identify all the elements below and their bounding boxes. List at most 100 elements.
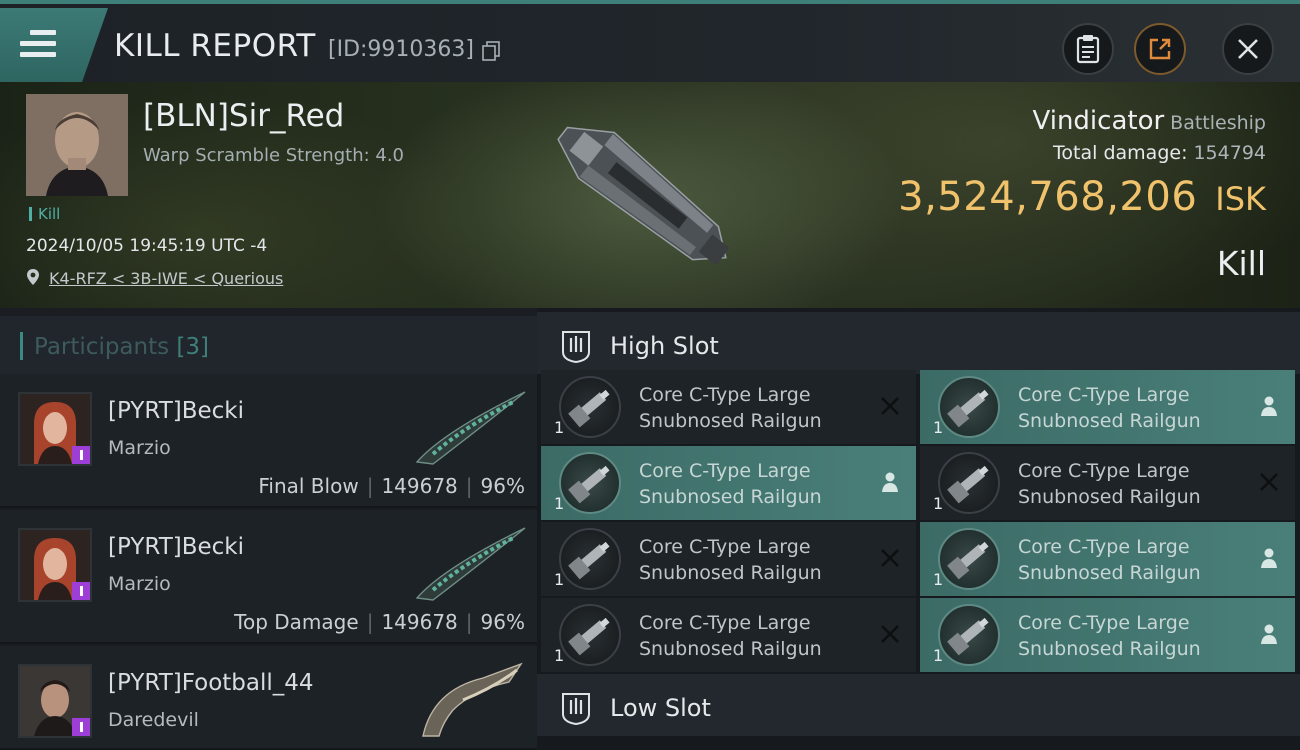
corp-badge-icon <box>72 718 90 736</box>
menu-button[interactable] <box>0 8 108 82</box>
dropped-person-icon <box>882 472 898 492</box>
module-name-line1: Core C-Type Large <box>1018 612 1190 634</box>
dropped-person-icon <box>1261 396 1277 416</box>
participant-role: Top Damage <box>234 610 359 634</box>
module-quantity: 1 <box>554 646 565 665</box>
isk-amount: 3,524,768,206 <box>898 174 1198 220</box>
share-button[interactable] <box>1134 23 1186 75</box>
participant-row[interactable]: [PYRT]Football_44 Daredevil <box>0 646 537 750</box>
module-item[interactable]: 1 Core C-Type Large Snubnosed Railgun <box>541 446 916 520</box>
module-name-line2: Snubnosed Railgun <box>639 410 822 432</box>
module-name: Core C-Type Large Snubnosed Railgun <box>639 534 869 586</box>
low-slot-icon <box>562 693 590 726</box>
module-name-line1: Core C-Type Large <box>1018 536 1190 558</box>
module-name: Core C-Type Large Snubnosed Railgun <box>1018 534 1248 586</box>
victim-panel: [BLN]Sir_Red Warp Scramble Strength: 4.0… <box>0 82 1300 308</box>
low-slot-header: Low Slot <box>537 674 1300 736</box>
module-name-line1: Core C-Type Large <box>639 384 811 406</box>
module-name-line2: Snubnosed Railgun <box>1018 562 1201 584</box>
participant-ship-image <box>415 391 526 465</box>
module-quantity: 1 <box>933 494 944 513</box>
participant-percent: 96% <box>480 610 525 634</box>
participant-damage: 149678 <box>381 610 458 634</box>
victim-ship-name[interactable]: Vindicator <box>1033 106 1165 136</box>
victim-portrait[interactable] <box>26 94 128 196</box>
participant-avatar[interactable] <box>18 664 92 738</box>
module-item[interactable]: 1 Core C-Type Large Snubnosed Railgun <box>920 598 1295 672</box>
participants-label: Participants <box>34 334 170 360</box>
module-name-line1: Core C-Type Large <box>1018 460 1190 482</box>
share-external-icon <box>1149 38 1171 60</box>
module-quantity: 1 <box>554 494 565 513</box>
module-name-line2: Snubnosed Railgun <box>639 486 822 508</box>
total-damage-label: Total damage: <box>1053 142 1188 164</box>
destroyed-x-icon <box>881 397 899 415</box>
railgun-icon <box>938 528 1000 590</box>
railgun-icon <box>559 452 621 514</box>
dropped-person-icon <box>1261 548 1277 568</box>
participant-role: Final Blow <box>258 474 359 498</box>
clipboard-button[interactable] <box>1062 23 1114 75</box>
participant-stats: Top Damage | 149678 | 96% <box>234 610 525 634</box>
module-name-line2: Snubnosed Railgun <box>639 562 822 584</box>
victim-ship-class: Battleship <box>1170 112 1266 134</box>
participants-count: [3] <box>176 334 210 360</box>
low-slot-label: Low Slot <box>610 694 711 722</box>
close-button[interactable] <box>1222 23 1274 75</box>
module-name-line2: Snubnosed Railgun <box>1018 410 1201 432</box>
railgun-icon <box>559 604 621 666</box>
module-item[interactable]: 1 Core C-Type Large Snubnosed Railgun <box>920 522 1295 596</box>
header-bar: KILL REPORT [ID:9910363] <box>0 0 1300 82</box>
module-name-line1: Core C-Type Large <box>639 460 811 482</box>
participant-row[interactable]: [PYRT]Becki Marzio Final Blow | 149678 | 96% <box>0 374 537 508</box>
railgun-icon <box>938 376 1000 438</box>
victim-name[interactable]: [BLN]Sir_Red <box>143 98 344 134</box>
module-quantity: 1 <box>933 646 944 665</box>
copy-icon[interactable] <box>482 41 500 61</box>
corp-badge-icon <box>72 582 90 600</box>
location-pin-icon <box>27 269 39 285</box>
module-item[interactable]: 1 Core C-Type Large Snubnosed Railgun <box>541 370 916 444</box>
isk-value: 3,524,768,206 ISK <box>898 174 1266 220</box>
high-slot-icon <box>562 331 590 364</box>
page-title: KILL REPORT <box>114 28 316 64</box>
module-quantity: 1 <box>554 418 565 437</box>
fitting-panel: High Slot 1 Core C-Type Large Snubnosed Ra… <box>537 308 1300 750</box>
participant-name[interactable]: [PYRT]Becki <box>108 398 244 424</box>
module-name: Core C-Type Large Snubnosed Railgun <box>1018 382 1248 434</box>
module-quantity: 1 <box>933 570 944 589</box>
module-item[interactable]: 1 Core C-Type Large Snubnosed Railgun <box>920 446 1295 520</box>
destroyed-x-icon <box>881 549 899 567</box>
module-name: Core C-Type Large Snubnosed Railgun <box>639 458 869 510</box>
total-damage: Total damage: 154794 <box>1053 142 1266 164</box>
module-item[interactable]: 1 Core C-Type Large Snubnosed Railgun <box>920 370 1295 444</box>
module-name-line2: Snubnosed Railgun <box>1018 486 1201 508</box>
module-name-line2: Snubnosed Railgun <box>1018 638 1201 660</box>
participant-name[interactable]: [PYRT]Becki <box>108 534 244 560</box>
participant-name[interactable]: [PYRT]Football_44 <box>108 670 314 696</box>
isk-unit: ISK <box>1215 180 1266 218</box>
warp-scramble-strength: Warp Scramble Strength: 4.0 <box>143 145 405 166</box>
participant-ship: Marzio <box>108 437 171 459</box>
module-item[interactable]: 1 Core C-Type Large Snubnosed Railgun <box>541 598 916 672</box>
kill-location-link[interactable]: K4-RFZ < 3B-IWE < Querious <box>49 269 283 288</box>
kill-datetime: 2024/10/05 19:45:19 UTC -4 <box>26 236 268 256</box>
participant-ship: Daredevil <box>108 709 199 731</box>
participants-panel: Participants [3] [PYRT]Becki Marzio Fina… <box>0 308 537 750</box>
kill-result-label: Kill <box>1216 244 1266 283</box>
module-name-line2: Snubnosed Railgun <box>639 638 822 660</box>
module-item[interactable]: 1 Core C-Type Large Snubnosed Railgun <box>541 522 916 596</box>
module-name-line1: Core C-Type Large <box>639 536 811 558</box>
participant-stats: Final Blow | 149678 | 96% <box>258 474 525 498</box>
module-name: Core C-Type Large Snubnosed Railgun <box>1018 458 1248 510</box>
participant-damage: 149678 <box>381 474 458 498</box>
module-name-line1: Core C-Type Large <box>1018 384 1190 406</box>
destroyed-x-icon <box>881 625 899 643</box>
victim-ship-image <box>557 126 730 266</box>
high-slot-label: High Slot <box>610 332 719 360</box>
participant-avatar[interactable] <box>18 392 92 466</box>
kill-tag: Kill <box>29 205 60 223</box>
dropped-person-icon <box>1261 624 1277 644</box>
participant-row[interactable]: [PYRT]Becki Marzio Top Damage | 149678 | 96% <box>0 510 537 644</box>
participant-avatar[interactable] <box>18 528 92 602</box>
